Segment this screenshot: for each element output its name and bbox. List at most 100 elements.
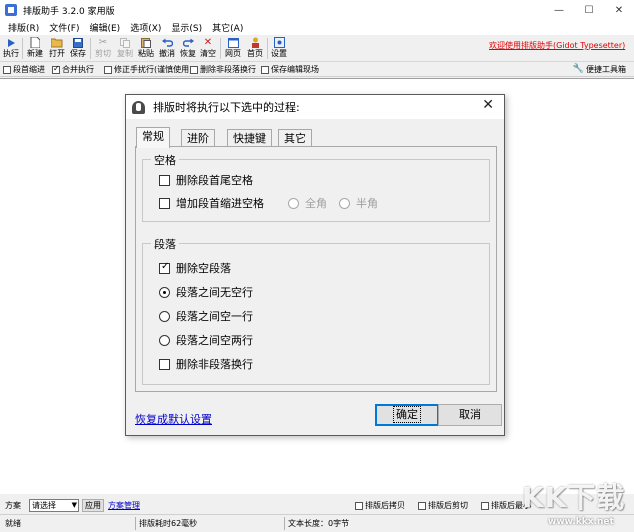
option-delete-nonpara-line-break[interactable]: 删除非段落换行 xyxy=(159,356,253,372)
minimize-button[interactable]: — xyxy=(544,0,574,20)
checkbox[interactable] xyxy=(190,65,198,74)
dialog-close-button[interactable]: ✕ xyxy=(482,97,494,113)
menu-options[interactable]: 选项(X) xyxy=(125,21,166,34)
redo-label: 恢复 xyxy=(180,49,196,58)
watermark: KK下载 www.kkx.net xyxy=(518,474,634,532)
status-elapsed: 排版耗时62毫秒 xyxy=(139,519,198,528)
cut-button[interactable]: ✂ 剪切 xyxy=(93,36,113,61)
checkbox[interactable] xyxy=(481,501,489,510)
radio-no-blank-line[interactable]: 段落之间无空行 xyxy=(159,284,253,300)
settings-button[interactable]: 设置 xyxy=(269,36,289,61)
tab-shortcuts[interactable]: 快捷键 xyxy=(227,129,272,147)
radio-two-blank-label: 段落之间空两行 xyxy=(176,334,253,347)
execute-button[interactable]: 执行 xyxy=(1,36,21,61)
post-cut-option[interactable]: 排版后剪切 xyxy=(418,500,468,511)
scheme-manage-link[interactable]: 方案管理 xyxy=(108,500,140,511)
clear-button[interactable]: ✕ 清空 xyxy=(198,36,218,61)
group-paragraph: 段落 删除空段落 段落之间无空行 段落之间空一行 段落之间空两行 xyxy=(142,236,490,385)
option-delete-nonpara-label: 删除非段落换行 xyxy=(176,358,253,371)
toolbar-separator xyxy=(220,38,221,59)
chevron-down-icon: ▼ xyxy=(71,501,77,509)
welcome-link[interactable]: 欢迎使用排版助手(Gidot Typesetter) xyxy=(489,40,625,51)
checkbox[interactable] xyxy=(159,174,170,186)
radio-fullwidth[interactable]: 全角 xyxy=(288,195,327,211)
redo-button[interactable]: 恢复 xyxy=(178,36,198,61)
webpage-button[interactable]: 网页 xyxy=(223,36,243,61)
clear-label: 清空 xyxy=(200,49,216,58)
radio[interactable] xyxy=(159,334,170,346)
scheme-label: 方案 xyxy=(5,501,21,510)
option-indent[interactable]: 段首缩进 xyxy=(3,64,45,75)
apply-button[interactable]: 应用 xyxy=(82,499,104,512)
maximize-button[interactable]: ☐ xyxy=(574,0,604,20)
copy-label: 复制 xyxy=(117,49,133,58)
radio-halfwidth-label: 半角 xyxy=(356,197,378,210)
status-ready: 就绪 xyxy=(5,519,21,528)
copy-icon xyxy=(119,37,131,48)
cancel-button[interactable]: 取消 xyxy=(438,404,502,426)
open-button[interactable]: 打开 xyxy=(47,36,67,61)
group-space: 空格 删除段首尾空格 增加段首缩进空格 全角 半角 xyxy=(142,152,490,222)
save-label: 保存 xyxy=(70,49,86,58)
ok-button[interactable]: 确定 xyxy=(375,404,439,426)
save-button[interactable]: 保存 xyxy=(68,36,88,61)
option-delete-nonpara-break[interactable]: 删除非段落换行 xyxy=(190,64,256,75)
option-delete-break-label: 删除非段落换行 xyxy=(200,65,256,74)
option-save-scene[interactable]: 保存编辑现场 xyxy=(261,64,319,75)
checkbox[interactable] xyxy=(159,261,170,274)
radio-halfwidth[interactable]: 半角 xyxy=(339,195,378,211)
menu-file[interactable]: 文件(F) xyxy=(44,21,84,34)
new-button[interactable]: 新建 xyxy=(25,36,45,61)
restore-defaults-link[interactable]: 恢复成默认设置 xyxy=(135,411,212,427)
play-icon xyxy=(5,37,17,48)
tab-advanced[interactable]: 进阶 xyxy=(181,129,215,147)
radio-two-blank-lines[interactable]: 段落之间空两行 xyxy=(159,332,253,348)
radio-fullwidth-label: 全角 xyxy=(305,197,327,210)
option-delete-empty-label: 删除空段落 xyxy=(176,262,231,275)
tab-other[interactable]: 其它 xyxy=(278,129,312,147)
post-copy-option[interactable]: 排版后拷贝 xyxy=(355,500,405,511)
quick-toolbox-button[interactable]: 🔧 便捷工具箱 xyxy=(573,62,626,76)
checkbox[interactable] xyxy=(355,501,363,510)
paste-icon xyxy=(140,37,152,48)
close-button[interactable]: ✕ xyxy=(604,0,634,20)
radio-one-blank-line[interactable]: 段落之间空一行 xyxy=(159,308,253,324)
settings-label: 设置 xyxy=(271,49,287,58)
option-indent-label: 段首缩进 xyxy=(13,65,45,74)
checkbox[interactable] xyxy=(104,65,112,74)
home-button[interactable]: 首页 xyxy=(245,36,265,61)
option-fix-manual-lines[interactable]: 修正手扰行(谨慎使用) xyxy=(104,64,192,75)
undo-button[interactable]: 撤消 xyxy=(157,36,177,61)
save-icon xyxy=(72,37,84,48)
option-delete-leading-trailing-space[interactable]: 删除段首尾空格 xyxy=(159,172,253,188)
app-window: 排版助手 3.2.0 家用版 — ☐ ✕ 排版(R) 文件(F) 编辑(E) 选… xyxy=(0,0,634,532)
menu-typeset[interactable]: 排版(R) xyxy=(3,21,44,34)
copy-button[interactable]: 复制 xyxy=(115,36,135,61)
option-delete-empty-paragraph[interactable]: 删除空段落 xyxy=(159,260,231,276)
checkbox[interactable] xyxy=(159,197,170,209)
checkbox[interactable] xyxy=(261,65,269,74)
menu-other[interactable]: 其它(A) xyxy=(207,21,248,34)
option-merge-execute[interactable]: 合并执行 xyxy=(52,64,94,75)
undo-label: 撤消 xyxy=(159,49,175,58)
option-add-indent-space[interactable]: 增加段首缩进空格 xyxy=(159,195,264,211)
post-cut-label: 排版后剪切 xyxy=(428,501,468,510)
radio[interactable] xyxy=(159,310,170,322)
checkbox[interactable] xyxy=(418,501,426,510)
typeset-options-dialog: 排版时将执行以下选中的过程: ✕ 常规 进阶 快捷键 其它 空格 删除段首尾空格… xyxy=(125,94,505,436)
checkbox[interactable] xyxy=(52,64,60,74)
open-folder-icon xyxy=(51,37,63,48)
scheme-select[interactable]: 请选择 ▼ xyxy=(29,499,79,512)
checkbox[interactable] xyxy=(159,358,170,370)
menu-edit[interactable]: 编辑(E) xyxy=(84,21,125,34)
radio[interactable] xyxy=(339,197,350,209)
tab-general[interactable]: 常规 xyxy=(136,127,170,148)
checkbox[interactable] xyxy=(3,65,11,74)
menu-view[interactable]: 显示(S) xyxy=(166,21,207,34)
toolbar-separator xyxy=(267,38,268,59)
home-icon xyxy=(249,37,261,48)
radio[interactable] xyxy=(159,286,170,298)
radio[interactable] xyxy=(288,197,299,209)
settings-icon xyxy=(273,37,285,48)
paste-button[interactable]: 粘贴 xyxy=(136,36,156,61)
